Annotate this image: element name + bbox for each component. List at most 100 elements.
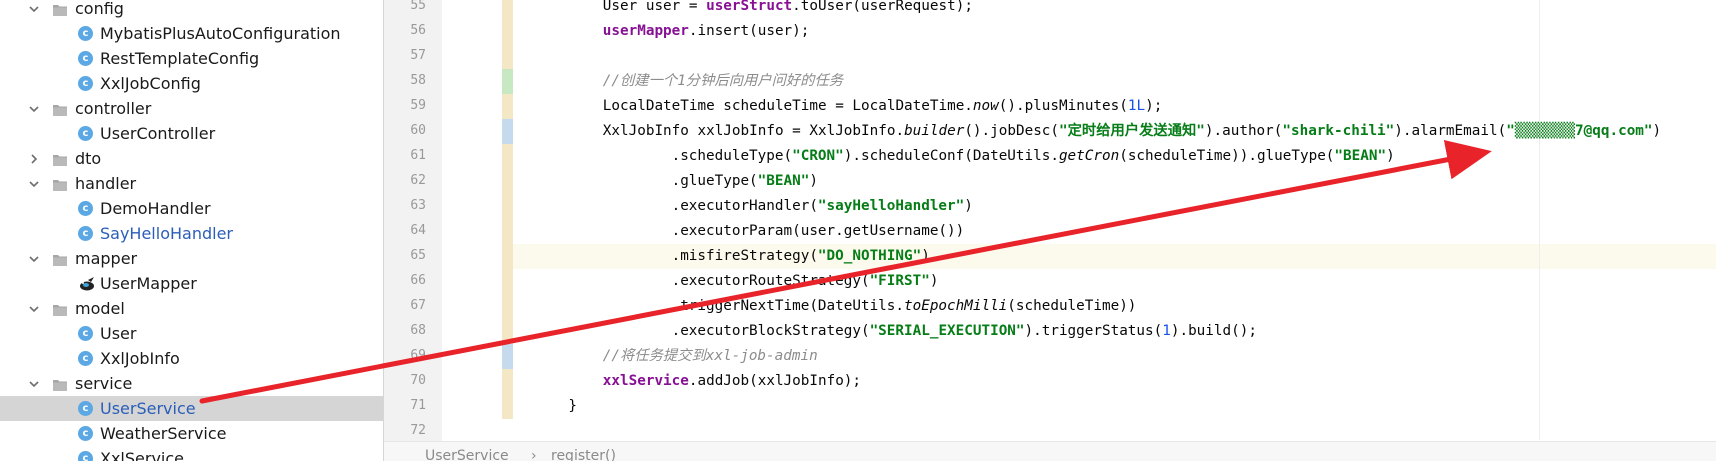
tree-item-label: UserService — [100, 399, 196, 418]
code-token: .misfireStrategy( — [671, 248, 818, 264]
tree-item-usermapper[interactable]: UserMapper — [0, 271, 383, 296]
vcs-change-marker — [502, 19, 513, 44]
code-token: .executorHandler( — [671, 198, 818, 214]
code-token: "BEAN" — [757, 173, 810, 189]
tree-item-usercontroller[interactable]: c UserController — [0, 121, 383, 146]
code-line[interactable]: .executorRouteStrategy("FIRST") — [672, 269, 939, 294]
code-token: 1L — [1127, 98, 1146, 114]
java-class-icon: c — [78, 401, 93, 416]
code-token: //创建一个1分钟后向用户问好的任务 — [602, 73, 844, 89]
tree-item-label: XxlJobConfig — [100, 74, 201, 93]
code-line[interactable]: xxlService.addJob(xxlJobInfo); — [603, 369, 861, 394]
code-token: getCron — [1058, 148, 1120, 164]
vcs-change-marker — [502, 69, 513, 94]
code-token: 1 — [1162, 323, 1171, 339]
tree-item-label: MybatisPlusAutoConfiguration — [100, 24, 341, 43]
line-number: 60 — [410, 123, 426, 138]
code-token: ).author( — [1204, 123, 1283, 139]
code-token: builder — [904, 123, 965, 139]
line-number-gutter: 55 56 57 58 59 60 61 62 63 64 65 66 67 68 69 70 71 72 — [384, 0, 442, 461]
tree-item-dto[interactable]: dto — [0, 146, 383, 171]
tree-item-resttemplateconfig[interactable]: c RestTemplateConfig — [0, 46, 383, 71]
vcs-change-marker — [502, 94, 513, 119]
tree-item-sayhellohandler[interactable]: c SayHelloHandler — [0, 221, 383, 246]
tree-item-label: WeatherService — [100, 424, 227, 443]
code-token: } — [568, 398, 577, 414]
code-token: .toUser(userRequest); — [792, 0, 973, 14]
chevron-down-icon[interactable] — [28, 253, 40, 265]
chevron-down-icon[interactable] — [28, 3, 40, 15]
code-line[interactable]: .executorHandler("sayHelloHandler") — [672, 194, 973, 219]
chevron-down-icon[interactable] — [28, 378, 40, 390]
line-number: 65 — [410, 248, 426, 263]
java-class-icon: c — [78, 351, 93, 366]
code-line[interactable]: //创建一个1分钟后向用户问好的任务 — [603, 69, 843, 94]
tree-item-xxlservice[interactable]: c XxlService — [0, 446, 383, 461]
tree-item-xxljobconfig[interactable]: c XxlJobConfig — [0, 71, 383, 96]
tree-item-demohandler[interactable]: c DemoHandler — [0, 196, 383, 221]
code-token: .glueType( — [671, 173, 758, 189]
line-number: 55 — [410, 0, 426, 13]
code-token: ).triggerStatus( — [1024, 323, 1163, 339]
code-token: "sayHelloHandler" — [817, 198, 965, 214]
chevron-down-icon[interactable] — [28, 103, 40, 115]
tree-item-service[interactable]: service — [0, 371, 383, 396]
code-token: ).alarmEmail( — [1394, 123, 1507, 139]
code-token: .executorBlockStrategy( — [671, 323, 870, 339]
breadcrumb-class[interactable]: UserService — [425, 448, 509, 461]
tree-item-user[interactable]: c User — [0, 321, 383, 346]
tree-item-xxljobinfo[interactable]: c XxlJobInfo — [0, 346, 383, 371]
code-line[interactable]: .executorBlockStrategy("SERIAL_EXECUTION… — [672, 319, 1257, 344]
java-class-icon: c — [78, 451, 93, 461]
project-tree[interactable]: config c MybatisPlusAutoConfiguration c Rest… — [0, 0, 384, 461]
chevron-right-icon[interactable] — [28, 153, 40, 165]
code-line[interactable]: LocalDateTime scheduleTime = LocalDateTi… — [603, 94, 1163, 119]
tree-item-mapper[interactable]: mapper — [0, 246, 383, 271]
tree-item-model[interactable]: model — [0, 296, 383, 321]
java-class-icon: c — [78, 26, 93, 41]
line-number: 72 — [410, 423, 426, 438]
tree-item-controller[interactable]: controller — [0, 96, 383, 121]
line-number: 64 — [410, 223, 426, 238]
code-line[interactable]: } — [568, 394, 577, 419]
folder-icon — [52, 152, 67, 167]
code-line[interactable]: .executorParam(user.getUsername()) — [672, 219, 965, 244]
code-token: (scheduleTime)) — [1007, 298, 1137, 314]
code-line[interactable]: User user = userStruct.toUser(userReques… — [603, 0, 973, 19]
chevron-down-icon[interactable] — [28, 303, 40, 315]
tree-item-config[interactable]: config — [0, 0, 383, 21]
code-editor[interactable]: 55 56 57 58 59 60 61 62 63 64 65 66 67 68 69 70 71 72 Use… — [384, 0, 1716, 461]
vcs-change-marker — [502, 269, 513, 294]
tree-item-userservice[interactable]: c UserService — [0, 396, 383, 421]
code-token: "shark-chili" — [1282, 123, 1395, 139]
vcs-change-marker — [502, 319, 513, 344]
code-token: ().plusMinutes( — [998, 98, 1128, 114]
tree-item-mybatisplusautoconfiguration[interactable]: c MybatisPlusAutoConfiguration — [0, 21, 383, 46]
tree-item-weatherservice[interactable]: c WeatherService — [0, 421, 383, 446]
code-line[interactable]: .glueType("BEAN") — [672, 169, 818, 194]
chevron-down-icon[interactable] — [28, 178, 40, 190]
tree-item-label: UserController — [100, 124, 216, 143]
java-class-icon: c — [78, 326, 93, 341]
tree-item-handler[interactable]: handler — [0, 171, 383, 196]
tree-item-label: UserMapper — [100, 274, 197, 293]
code-line[interactable]: //将任务提交到xxl-job-admin — [603, 344, 818, 369]
code-token: ) — [1386, 148, 1395, 164]
code-line[interactable]: userMapper.insert(user); — [603, 19, 810, 44]
code-token: "BEAN" — [1334, 148, 1387, 164]
line-number: 62 — [410, 173, 426, 188]
java-class-icon: c — [78, 226, 93, 241]
vcs-change-marker — [502, 369, 513, 394]
breadcrumb-method[interactable]: register() — [551, 448, 616, 461]
code-line[interactable]: .triggerNextTime(DateUtils.toEpochMilli(… — [672, 294, 1137, 319]
code-line[interactable]: .misfireStrategy("DO_NOTHING") — [672, 244, 930, 269]
code-line[interactable]: XxlJobInfo xxlJobInfo = XxlJobInfo.build… — [603, 119, 1661, 144]
line-number: 67 — [410, 298, 426, 313]
code-line[interactable]: .scheduleType("CRON").scheduleConf(DateU… — [672, 144, 1395, 169]
folder-icon — [52, 302, 67, 317]
vcs-change-strip — [442, 0, 513, 461]
vcs-change-marker — [502, 244, 513, 269]
code-token: .addJob(xxlJobInfo); — [688, 373, 862, 389]
code-token: "▒▒▒▒▒▒▒7@qq.com" — [1506, 123, 1653, 139]
line-number: 59 — [410, 98, 426, 113]
